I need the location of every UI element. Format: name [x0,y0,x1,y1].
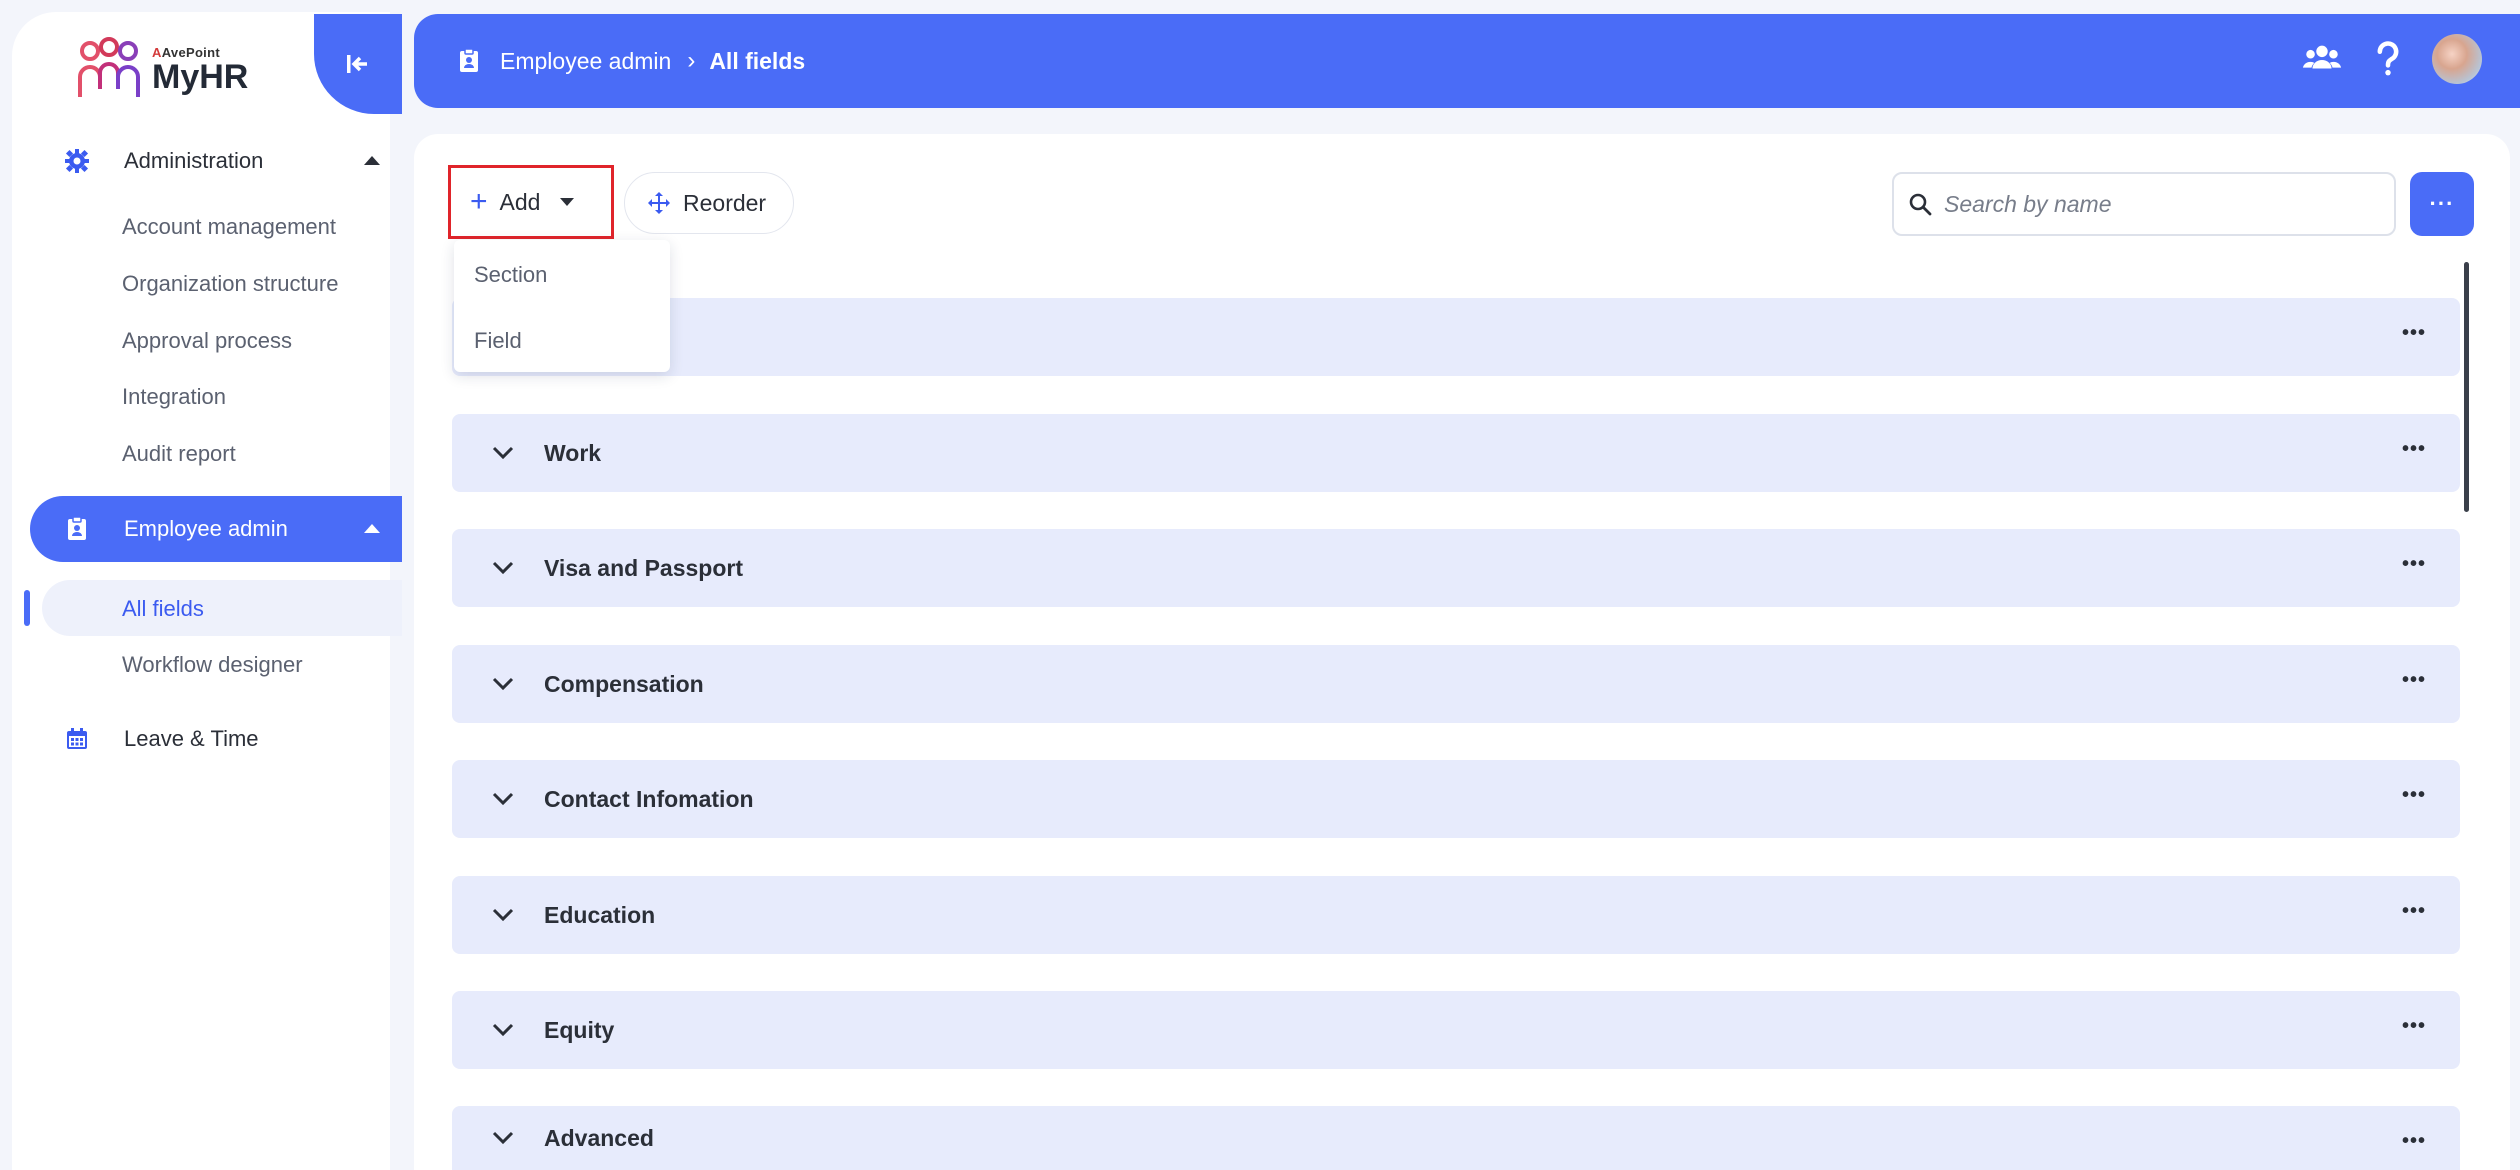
calendar-icon [67,728,87,749]
section-title: Advanced [544,1124,654,1151]
help-button[interactable] [2366,37,2410,81]
sidebar-group-label: Leave & Time [124,726,259,751]
chevron-down-icon[interactable] [492,792,514,806]
reorder-button[interactable]: Reorder [624,172,794,234]
chevron-down-icon[interactable] [492,1023,514,1037]
breadcrumb-separator-icon: › [687,47,696,74]
sidebar-active-highlight [42,580,402,636]
chevron-down-icon[interactable] [492,561,514,575]
section-row[interactable]: Equity ••• [452,991,2460,1069]
sidebar-group-label: Employee admin [124,516,288,541]
sidebar-group-leave-time[interactable]: Leave & Time [30,706,402,772]
section-more-icon[interactable]: ••• [2402,900,2426,923]
section-title: Contact Infomation [544,785,754,812]
caret-up-icon [364,524,380,533]
main-panel: + Add Reorder ··· formation ••• [414,134,2510,1170]
user-avatar[interactable] [2432,34,2482,84]
chevron-down-icon[interactable] [492,908,514,922]
reorder-button-label: Reorder [683,189,767,216]
people-icon [2302,45,2342,69]
section-more-icon[interactable]: ••• [2402,438,2426,461]
sidebar-active-indicator [24,590,30,626]
section-row[interactable]: formation ••• [452,298,2460,376]
sidebar-item-account-management[interactable]: Account management [122,214,336,240]
breadcrumb-employee-admin[interactable]: Employee admin [500,48,671,75]
caret-up-icon [364,156,380,165]
breadcrumb-current: All fields [709,47,806,74]
section-more-icon[interactable]: ••• [2402,784,2426,807]
scrollbar[interactable] [2464,262,2469,512]
app-root: AAvePoint MyHR Administration Account ma… [0,0,2520,1170]
sidebar-item-organization-structure[interactable]: Organization structure [122,271,338,297]
section-title: Equity [544,1016,615,1043]
section-title: Work [544,439,602,466]
search-icon [1909,193,1932,216]
collapse-left-icon [347,55,367,73]
move-icon [648,192,670,214]
people-button[interactable] [2300,37,2344,81]
app-logo[interactable]: AAvePoint MyHR [76,34,248,104]
search-input[interactable] [1944,190,2364,218]
sidebar-item-all-fields[interactable]: All fields [122,596,204,622]
sidebar: AAvePoint MyHR Administration Account ma… [12,12,402,1170]
section-row[interactable]: Education ••• [452,876,2460,954]
header-actions [2300,34,2482,84]
app-name: MyHR [152,57,249,96]
sidebar-item-integration[interactable]: Integration [122,384,226,410]
section-row[interactable]: Work ••• [452,414,2460,492]
sidebar-group-administration[interactable]: Administration [30,128,402,194]
gear-icon [65,149,89,173]
badge-icon [460,48,478,72]
collapse-sidebar-button[interactable] [314,14,402,114]
sidebar-group-label: Administration [124,148,264,173]
menu-item-field[interactable]: Field [474,328,522,354]
search-box [1892,172,2396,236]
section-row[interactable]: Visa and Passport ••• [452,529,2460,607]
section-more-icon[interactable]: ••• [2402,1015,2426,1038]
section-title: Education [544,901,656,928]
badge-icon [68,516,86,540]
chevron-down-icon[interactable] [492,677,514,691]
section-more-icon[interactable]: ••• [2402,553,2426,576]
section-row[interactable]: Contact Infomation ••• [452,760,2460,838]
sidebar-item-workflow-designer[interactable]: Workflow designer [122,652,303,678]
sidebar-group-employee-admin[interactable]: Employee admin [30,496,402,562]
sidebar-item-approval-process[interactable]: Approval process [122,328,292,354]
section-row[interactable]: Compensation ••• [452,645,2460,723]
add-dropdown-menu: Section Field [454,240,670,372]
add-button-highlight [448,165,614,239]
menu-item-section[interactable]: Section [474,262,547,288]
help-icon [2377,41,2399,76]
section-row[interactable]: Advanced ••• [452,1106,2460,1170]
section-more-icon[interactable]: ••• [2402,669,2426,692]
top-header: Employee admin › All fields [414,14,2520,108]
section-more-icon[interactable]: ••• [2402,322,2426,345]
sidebar-item-audit-report[interactable]: Audit report [122,441,236,467]
chevron-down-icon[interactable] [492,446,514,460]
section-title: Visa and Passport [544,554,743,581]
section-more-icon[interactable]: ••• [2402,1130,2426,1153]
more-options-button[interactable]: ··· [2410,172,2474,236]
myhr-logo-icon [78,37,140,97]
chevron-down-icon[interactable] [492,1131,514,1145]
section-title: Compensation [544,670,704,697]
